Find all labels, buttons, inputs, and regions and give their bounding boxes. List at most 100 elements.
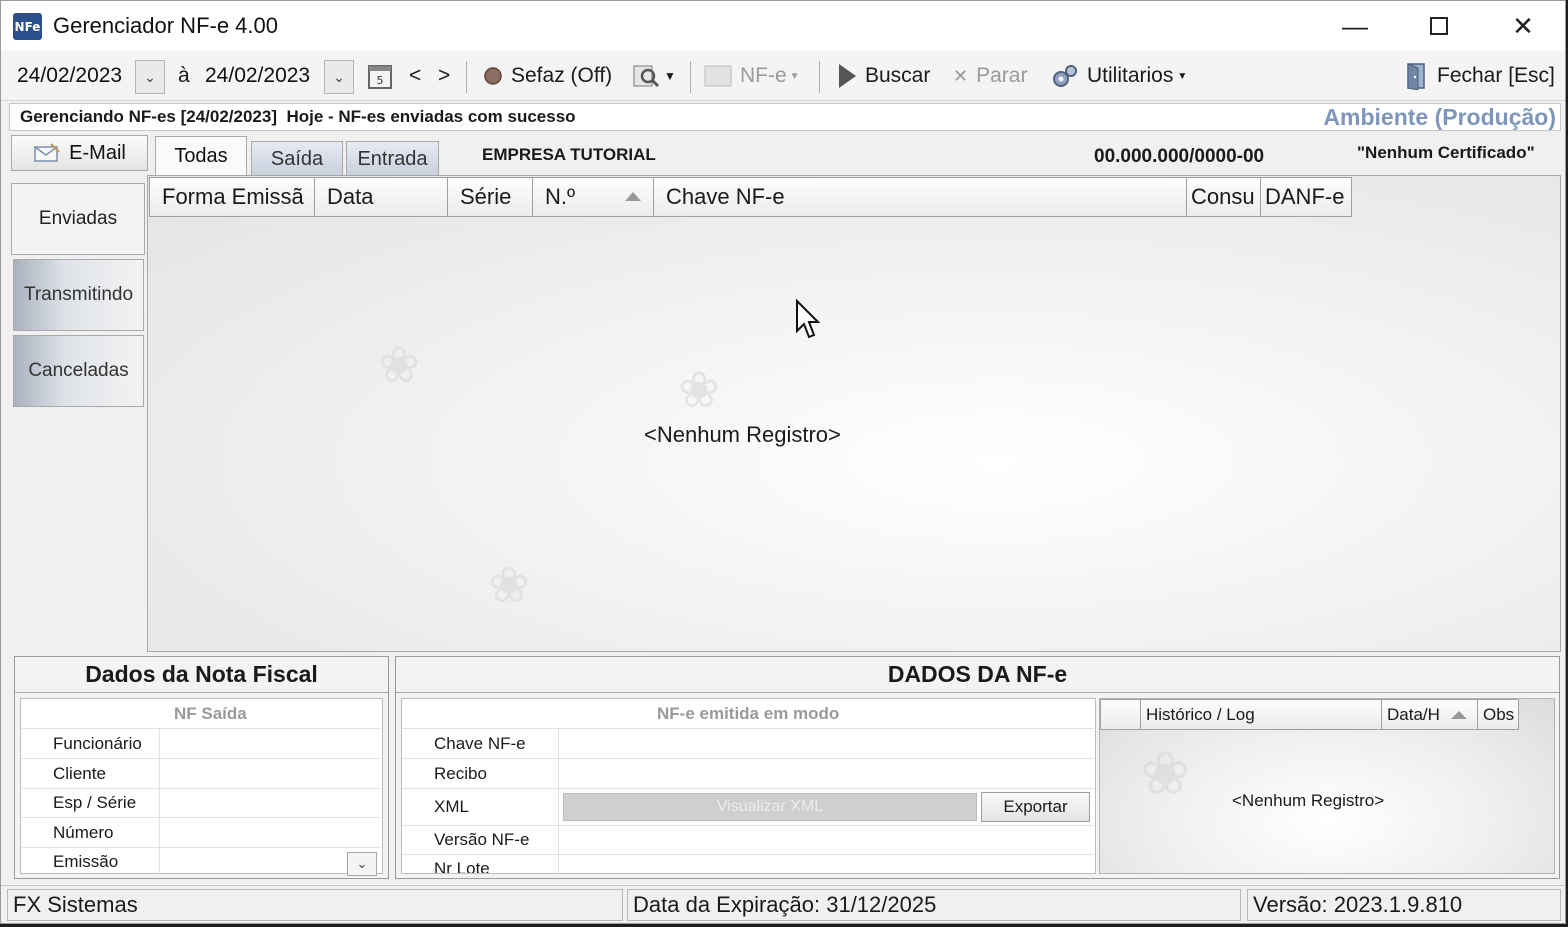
minimize-button[interactable]: — [1313, 1, 1397, 51]
date-to-dropdown[interactable]: ⌄ [324, 60, 354, 94]
column-danfe[interactable]: DANF-e [1261, 177, 1352, 217]
caret-down-icon: ▼ [664, 69, 676, 83]
emissao-dropdown[interactable]: ⌄ [347, 852, 377, 876]
maximize-button[interactable] [1397, 1, 1481, 51]
svg-text:5: 5 [377, 74, 384, 87]
tab-saida[interactable]: Saída [251, 141, 343, 176]
column-numero[interactable]: N.º [533, 177, 654, 217]
row-divider [21, 847, 381, 848]
date-from-field[interactable]: 24/02/2023 [17, 59, 122, 93]
column-forma-emissao[interactable]: Forma Emissã [149, 177, 315, 217]
row-divider [402, 728, 1094, 729]
nfe-label: NF-e [740, 64, 787, 87]
main-window: NFe Gerenciador NF-e 4.00 — ✕ 24/02/2023… [0, 0, 1566, 924]
toolbar: 24/02/2023 ⌄ à 24/02/2023 ⌄ 5 < > Sefaz … [1, 51, 1565, 101]
chevron-down-icon: ⌄ [144, 68, 156, 85]
column-data[interactable]: Data [315, 177, 448, 217]
historico-row-indicator-column [1100, 699, 1141, 730]
tab-entrada[interactable]: Entrada [346, 141, 439, 176]
field-chave-nfe: Chave NF-e [434, 734, 526, 753]
fechar-button[interactable]: Fechar [Esc] [1405, 51, 1555, 101]
fechar-label: Fechar [Esc] [1437, 64, 1555, 87]
watermark-leaf-icon: ❀ [678, 362, 720, 418]
magnifier-doc-icon [633, 65, 660, 88]
column-data-hora[interactable]: Data/H [1382, 699, 1478, 730]
toolbar-divider [466, 61, 467, 93]
nfe-dropdown-button[interactable]: NF-e ▼ [704, 51, 800, 101]
document-icon [704, 65, 732, 87]
nfe-modo-subtitle: NF-e emitida em modo [657, 704, 840, 723]
calendar-button[interactable]: 5 [367, 51, 393, 101]
field-emissao: Emissão [53, 852, 119, 871]
row-divider [21, 758, 381, 759]
utilitarios-menu-button[interactable]: Utilitarios ▼ [1051, 51, 1187, 101]
buscar-label: Buscar [865, 64, 931, 87]
grid-header: Forma Emissã Data Série N.º Chave NF-e C… [149, 177, 1352, 217]
sidebar-item-transmitindo[interactable]: Transmitindo [13, 259, 144, 331]
ambiente-label: Ambiente (Produção) [1323, 104, 1556, 130]
column-consulta[interactable]: Consu [1187, 177, 1261, 217]
sefaz-label: Sefaz (Off) [511, 64, 613, 87]
tab-todas[interactable]: Todas [155, 136, 247, 176]
field-recibo: Recibo [434, 764, 487, 783]
previous-day-button[interactable]: < [409, 51, 421, 101]
company-name: EMPRESA TUTORIAL [482, 145, 656, 164]
field-numero: Número [53, 823, 114, 842]
parar-button[interactable]: ✕ Parar [953, 51, 1027, 101]
next-day-button[interactable]: > [438, 51, 450, 101]
email-button[interactable]: E-Mail [11, 135, 148, 171]
certificate-status: "Nenhum Certificado" [1357, 143, 1535, 162]
field-funcionario: Funcionário [53, 734, 142, 753]
column-historico-log[interactable]: Histórico / Log [1141, 699, 1382, 730]
sidebar-item-canceladas[interactable]: Canceladas [13, 335, 144, 407]
field-xml: XML [434, 797, 469, 816]
toolbar-divider [819, 61, 820, 93]
chevron-down-icon: ⌄ [333, 68, 345, 85]
field-nr-lote: Nr Lote [434, 859, 490, 873]
email-label: E-Mail [69, 141, 126, 164]
minimize-icon: — [1342, 10, 1368, 41]
row-divider [21, 728, 381, 729]
row-divider [21, 817, 381, 818]
field-versao-nfe: Versão NF-e [434, 830, 530, 849]
column-serie[interactable]: Série [448, 177, 533, 217]
grid-empty-message: <Nenhum Registro> [644, 422, 841, 447]
status-strip: Gerenciando NF-es [24/02/2023] Hoje - NF… [9, 103, 1561, 131]
chevron-down-icon: ⌄ [356, 856, 368, 871]
close-icon: ✕ [1512, 10, 1534, 41]
historico-grid[interactable]: Histórico / Log Data/H Obs ❀ <Nenhum Reg… [1099, 698, 1555, 874]
status-message: Gerenciando NF-es [24/02/2023] Hoje - NF… [20, 107, 576, 126]
play-icon [839, 64, 856, 88]
watermark-leaf-icon: ❀ [378, 337, 420, 393]
exit-door-icon [1407, 63, 1425, 90]
caret-down-icon: ▼ [789, 70, 800, 82]
sefaz-status-button[interactable]: Sefaz (Off) [483, 51, 612, 101]
maximize-icon [1430, 17, 1448, 35]
gears-icon [1053, 65, 1077, 87]
dados-nfe-title: DADOS DA NF-e [396, 657, 1559, 693]
column-obs[interactable]: Obs [1478, 699, 1519, 730]
close-window-button[interactable]: ✕ [1481, 1, 1565, 51]
consult-dropdown-button[interactable]: ▼ [632, 51, 676, 101]
sefaz-status-icon [484, 67, 502, 85]
buscar-button[interactable]: Buscar [837, 51, 930, 101]
historico-empty-message: <Nenhum Registro> [1232, 791, 1385, 810]
row-divider [402, 758, 1094, 759]
status-bar: FX Sistemas Data da Expiração: 31/12/202… [1, 885, 1565, 923]
visualizar-xml-button[interactable]: Visualizar XML [563, 793, 977, 821]
date-from-dropdown[interactable]: ⌄ [135, 60, 165, 94]
nfe-grid[interactable]: Forma Emissã Data Série N.º Chave NF-e C… [147, 175, 1561, 652]
watermark-leaf-icon: ❀ [488, 557, 530, 613]
sort-ascending-icon [1451, 711, 1467, 719]
date-to-field[interactable]: 24/02/2023 [205, 59, 310, 93]
row-divider [402, 825, 1094, 826]
app-logo-icon: NFe [13, 13, 42, 40]
calendar-icon: 5 [368, 65, 392, 89]
column-chave-nfe[interactable]: Chave NF-e [654, 177, 1187, 217]
window-title: Gerenciador NF-e 4.00 [53, 13, 278, 38]
sidebar-item-enviadas[interactable]: Enviadas [11, 183, 145, 255]
mouse-cursor-icon [796, 299, 821, 339]
column-data-hora-label: Data/H [1387, 704, 1440, 724]
exportar-button[interactable]: Exportar [981, 792, 1090, 822]
toolbar-divider [690, 61, 691, 93]
